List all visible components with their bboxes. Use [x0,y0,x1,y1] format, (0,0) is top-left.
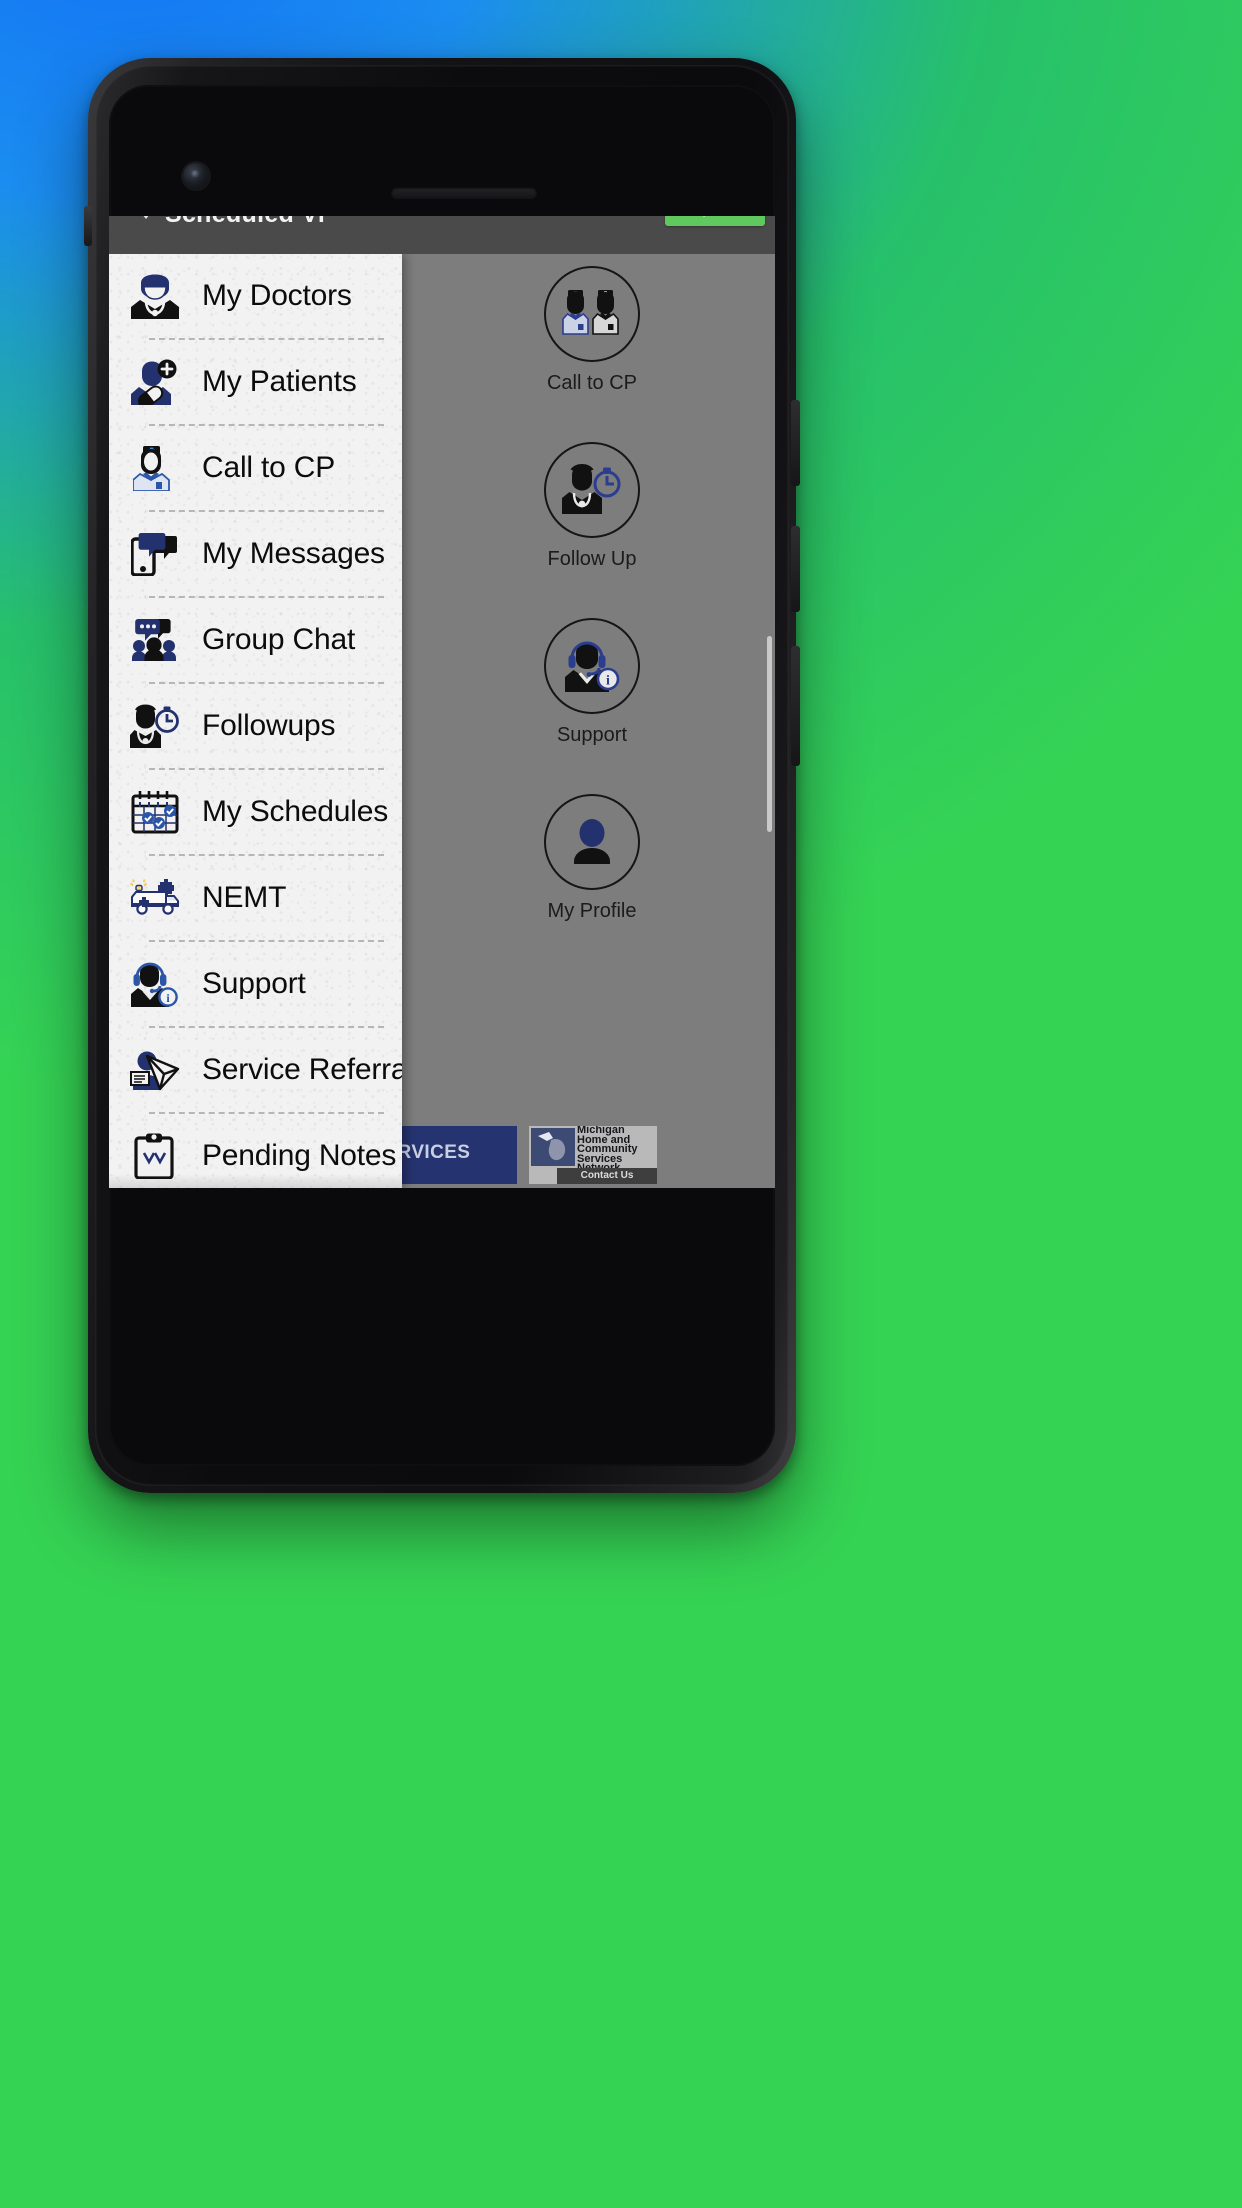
quick-action-label: Follow Up [547,548,637,570]
michigan-map-icon [531,1128,575,1166]
phone-bezel: Call to CP Follow Up i Support My Profil… [109,85,775,1466]
nurse-icon [126,440,184,496]
drawer-item-label: My Messages [202,537,385,570]
power-button[interactable] [791,646,800,766]
drawer-item-call-to-cp[interactable]: Call to CP [109,426,402,510]
drawer-item-label: My Schedules [202,795,389,828]
drawer-item-label: NEMT [202,881,287,914]
app-header: Scheduled Vi Update [109,216,775,254]
page-title: Scheduled Vi [165,216,325,229]
front-camera-icon [183,163,209,189]
person-envelope-icon [126,1042,184,1098]
drawer-item-label: Service Referral [202,1053,402,1086]
mhcsn-name: Michigan Home and Community Services Net… [577,1126,638,1174]
quick-action-label: My Profile [547,900,637,922]
contact-us-button[interactable]: Contact Us [557,1168,657,1184]
drawer-bottom-shadow [109,1174,402,1188]
quick-actions-panel: Call to CP Follow Up i Support My Profil… [409,254,775,1188]
drawer-item-label: My Patients [202,365,357,398]
drawer-item-my-patients[interactable]: My Patients [109,340,402,424]
volume-down-button[interactable] [791,526,800,612]
ambulance-icon [126,870,184,926]
doctor-stopwatch-icon [544,442,640,538]
headset-info-icon: i [544,618,640,714]
headset-info-icon: i [126,956,184,1012]
drawer-item-label: Followups [202,709,336,742]
drawer-item-my-messages[interactable]: My Messages [109,512,402,596]
drawer-item-label: Group Chat [202,623,356,656]
drawer-item-label: Support [202,967,306,1000]
update-button-label: Update [665,216,765,217]
drawer-item-my-doctors[interactable]: My Doctors [109,254,402,338]
vertical-scrollbar[interactable] [767,636,772,832]
update-button[interactable]: Update [665,216,765,226]
drawer-item-label: My Doctors [202,279,352,312]
mhcsn-logo-card[interactable]: Michigan Home and Community Services Net… [529,1126,657,1184]
phone-screen: Call to CP Follow Up i Support My Profil… [109,216,775,1188]
quick-action-my-profile[interactable]: My Profile [409,794,775,923]
doctor-stethoscope-icon [126,268,184,324]
navigation-drawer: My Doctors My Patients Call to CP My Mes… [109,254,402,1188]
two-nurses-icon [544,266,640,362]
phone-chat-bubbles-icon [126,526,184,582]
quick-action-support[interactable]: i Support [409,618,775,747]
patient-add-pill-icon [126,354,184,410]
svg-text:i: i [606,674,610,689]
drawer-item-list: My Doctors My Patients Call to CP My Mes… [109,254,402,1188]
quick-action-label: Call to CP [546,372,638,394]
quick-action-call-to-cp[interactable]: Call to CP [409,266,775,395]
drawer-item-nemt[interactable]: NEMT [109,856,402,940]
earpiece-speaker [391,187,537,199]
back-caret-icon[interactable] [139,216,153,219]
phone-device: Call to CP Follow Up i Support My Profil… [84,58,800,1493]
drawer-item-group-chat[interactable]: Group Chat [109,598,402,682]
quick-action-follow-up[interactable]: Follow Up [409,442,775,571]
doctor-stopwatch-icon [126,698,184,754]
drawer-item-label: Call to CP [202,451,336,484]
drawer-item-label: Pending Notes [202,1139,397,1172]
person-avatar-icon [544,794,640,890]
drawer-item-support[interactable]: i Support [109,942,402,1026]
quick-action-label: Support [556,724,628,746]
calendar-check-icon [126,784,184,840]
drawer-item-service-referral[interactable]: Service Referral [109,1028,402,1112]
phone-left-notch [84,206,92,246]
drawer-item-my-schedules[interactable]: My Schedules [109,770,402,854]
group-chat-icon [126,612,184,668]
volume-up-button[interactable] [791,400,800,486]
drawer-item-followups[interactable]: Followups [109,684,402,768]
